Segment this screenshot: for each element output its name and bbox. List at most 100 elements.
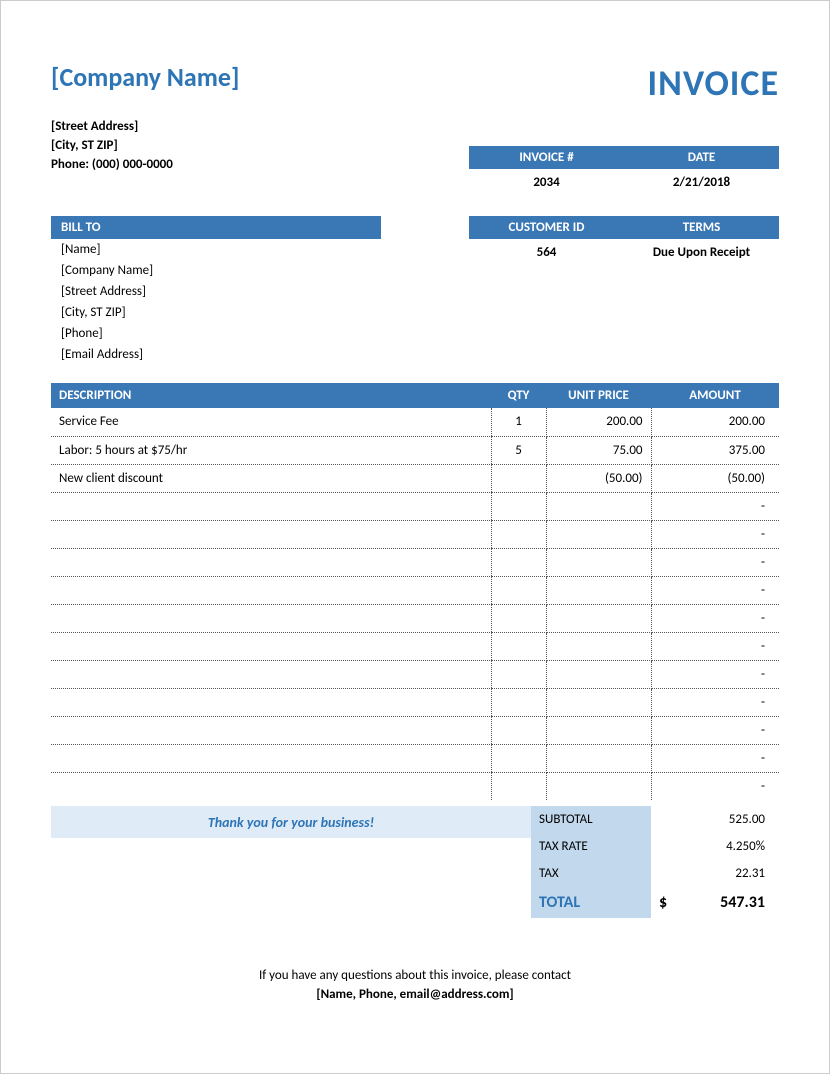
bill-to-header: BILL TO: [51, 216, 381, 239]
cell-description: [51, 492, 491, 520]
cell-unit-price: [546, 688, 651, 716]
col-amount: AMOUNT: [651, 383, 779, 408]
cell-description: [51, 688, 491, 716]
cell-unit-price: [546, 660, 651, 688]
cell-qty: [491, 520, 546, 548]
table-row: Labor: 5 hours at $75/hr575.00375.00: [51, 436, 779, 464]
cell-description: [51, 604, 491, 632]
sender-street: [Street Address]: [51, 119, 779, 134]
cell-description: [51, 632, 491, 660]
tax-value: 22.31: [651, 860, 779, 887]
cell-qty: [491, 632, 546, 660]
table-row: -: [51, 576, 779, 604]
cell-unit-price: [546, 632, 651, 660]
cell-unit-price: [546, 576, 651, 604]
customer-id-header: CUSTOMER ID: [469, 216, 624, 239]
cell-qty: [491, 772, 546, 800]
cell-qty: 5: [491, 436, 546, 464]
cell-amount: -: [651, 744, 779, 772]
cell-description: [51, 520, 491, 548]
company-name: [Company Name]: [51, 61, 239, 93]
table-row: -: [51, 548, 779, 576]
cell-description: [51, 716, 491, 744]
subtotal-value: 525.00: [651, 806, 779, 833]
tax-rate-label: TAX RATE: [531, 833, 651, 860]
tax-label: TAX: [531, 860, 651, 887]
cell-amount: -: [651, 576, 779, 604]
total-label: TOTAL: [531, 887, 651, 918]
footer-contact: [Name, Phone, email@address.com]: [51, 987, 779, 1002]
cell-amount: 375.00: [651, 436, 779, 464]
cell-amount: (50.00): [651, 464, 779, 492]
table-row: -: [51, 660, 779, 688]
table-row: -: [51, 716, 779, 744]
cell-unit-price: [546, 604, 651, 632]
cell-unit-price: [546, 520, 651, 548]
cell-qty: [491, 492, 546, 520]
cell-qty: [491, 604, 546, 632]
invoice-title: INVOICE: [648, 61, 779, 105]
bill-to-email: [Email Address]: [51, 344, 381, 365]
subtotal-label: SUBTOTAL: [531, 806, 651, 833]
col-unit-price: UNIT PRICE: [546, 383, 651, 408]
cell-qty: [491, 688, 546, 716]
cell-unit-price: (50.00): [546, 464, 651, 492]
date-header: DATE: [624, 146, 779, 169]
cell-description: New client discount: [51, 464, 491, 492]
terms-header: TERMS: [624, 216, 779, 239]
tax-rate-value: 4.250%: [651, 833, 779, 860]
cell-amount: -: [651, 604, 779, 632]
footer-text: If you have any questions about this inv…: [51, 968, 779, 983]
footer: If you have any questions about this inv…: [51, 968, 779, 1002]
table-row: -: [51, 520, 779, 548]
cell-amount: -: [651, 520, 779, 548]
cell-description: [51, 772, 491, 800]
cell-description: Labor: 5 hours at $75/hr: [51, 436, 491, 464]
invoice-meta: INVOICE # DATE 2034 2/21/2018: [469, 146, 779, 196]
items-table: DESCRIPTION QTY UNIT PRICE AMOUNT Servic…: [51, 383, 779, 800]
bill-to-company: [Company Name]: [51, 260, 381, 281]
cell-qty: [491, 464, 546, 492]
cell-qty: [491, 744, 546, 772]
cell-qty: [491, 660, 546, 688]
cell-qty: [491, 716, 546, 744]
cell-unit-price: [546, 744, 651, 772]
table-row: -: [51, 632, 779, 660]
totals-block: SUBTOTAL 525.00 TAX RATE 4.250% TAX 22.3…: [531, 806, 779, 918]
cell-description: [51, 744, 491, 772]
table-row: Service Fee1200.00200.00: [51, 408, 779, 436]
invoice-number: 2034: [469, 169, 624, 196]
table-row: -: [51, 688, 779, 716]
cell-unit-price: [546, 772, 651, 800]
table-row: -: [51, 492, 779, 520]
cell-amount: -: [651, 660, 779, 688]
bill-to-street: [Street Address]: [51, 281, 381, 302]
bill-to-city: [City, ST ZIP]: [51, 302, 381, 323]
cell-amount: -: [651, 632, 779, 660]
col-qty: QTY: [491, 383, 546, 408]
total-value: 547.31: [720, 893, 765, 912]
cell-description: [51, 660, 491, 688]
invoice-number-header: INVOICE #: [469, 146, 624, 169]
cell-description: Service Fee: [51, 408, 491, 436]
table-row: -: [51, 744, 779, 772]
cell-amount: -: [651, 772, 779, 800]
thank-you-message: Thank you for your business!: [51, 806, 531, 838]
terms-value: Due Upon Receipt: [624, 239, 779, 266]
cell-amount: -: [651, 688, 779, 716]
cell-description: [51, 548, 491, 576]
cell-description: [51, 576, 491, 604]
cell-unit-price: [546, 548, 651, 576]
cell-amount: -: [651, 492, 779, 520]
cell-amount: -: [651, 716, 779, 744]
table-row: -: [51, 604, 779, 632]
customer-id: 564: [469, 239, 624, 266]
cell-amount: 200.00: [651, 408, 779, 436]
customer-meta: CUSTOMER ID TERMS 564 Due Upon Receipt: [469, 216, 779, 365]
cell-amount: -: [651, 548, 779, 576]
invoice-date: 2/21/2018: [624, 169, 779, 196]
cell-unit-price: [546, 492, 651, 520]
col-description: DESCRIPTION: [51, 383, 491, 408]
cell-qty: 1: [491, 408, 546, 436]
cell-unit-price: 200.00: [546, 408, 651, 436]
